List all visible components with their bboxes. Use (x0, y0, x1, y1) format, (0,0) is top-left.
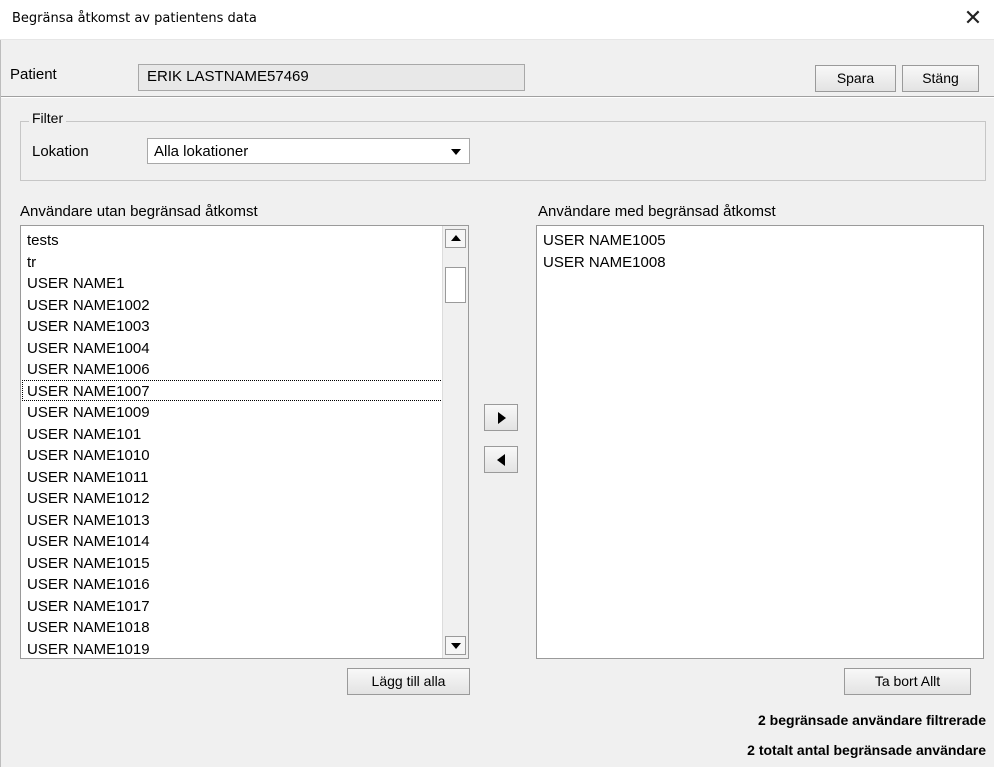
scroll-up-button[interactable] (445, 229, 466, 248)
list-item[interactable]: USER NAME1002 (22, 294, 443, 316)
list-item[interactable]: USER NAME1008 (538, 251, 978, 273)
list-item[interactable]: tests (22, 229, 443, 251)
close-icon[interactable]: ✕ (952, 0, 994, 40)
list-item[interactable]: USER NAME1013 (22, 509, 443, 531)
remove-all-button[interactable]: Ta bort Allt (844, 668, 971, 695)
list-item[interactable]: USER NAME1005 (538, 229, 978, 251)
list-item[interactable]: USER NAME1014 (22, 530, 443, 552)
add-all-button[interactable]: Lägg till alla (347, 668, 470, 695)
list-item[interactable]: USER NAME1009 (22, 401, 443, 423)
patient-label: Patient (10, 66, 57, 83)
list-item[interactable]: USER NAME1016 (22, 573, 443, 595)
location-select[interactable]: Alla lokationer (147, 138, 470, 164)
vertical-scrollbar[interactable] (442, 226, 468, 658)
arrow-left-icon (497, 454, 505, 466)
separator (1, 96, 994, 98)
patient-row: Patient ERIK LASTNAME57469 Spara Stäng (1, 40, 994, 95)
restricted-users-list[interactable]: USER NAME1005 USER NAME1008 (536, 225, 984, 659)
close-button[interactable]: Stäng (902, 65, 979, 92)
scroll-down-icon (451, 643, 461, 649)
list-item[interactable]: USER NAME1010 (22, 444, 443, 466)
list-item[interactable]: tr (22, 251, 443, 273)
list-item[interactable]: USER NAME1012 (22, 487, 443, 509)
list-item[interactable]: USER NAME1015 (22, 552, 443, 574)
unrestricted-users-title: Användare utan begränsad åtkomst (20, 203, 258, 220)
list-item[interactable]: USER NAME1019 (22, 638, 443, 659)
list-item[interactable]: USER NAME1018 (22, 616, 443, 638)
unrestricted-users-list[interactable]: tests tr USER NAME1 USER NAME1002 USER NAME1… (20, 225, 469, 659)
add-selected-button[interactable] (484, 404, 518, 431)
window-title: Begränsa åtkomst av patientens data (12, 11, 257, 26)
list-item[interactable]: USER NAME1007 (22, 379, 443, 401)
restricted-users-items: USER NAME1005 USER NAME1008 (538, 229, 978, 272)
total-count-status: 2 totalt antal begränsade användare (747, 742, 986, 758)
scroll-down-button[interactable] (445, 636, 466, 655)
dialog-body: Patient ERIK LASTNAME57469 Spara Stäng F… (0, 40, 994, 767)
save-button[interactable]: Spara (815, 65, 896, 92)
list-item[interactable]: USER NAME1003 (22, 315, 443, 337)
location-label: Lokation (32, 143, 89, 160)
dropdown-arrow-icon[interactable] (451, 149, 461, 155)
scroll-up-icon (451, 235, 461, 241)
list-item[interactable]: USER NAME1 (22, 272, 443, 294)
list-item[interactable]: USER NAME1011 (22, 466, 443, 488)
filtered-count-status: 2 begränsade användare filtrerade (758, 712, 986, 728)
scrollbar-thumb[interactable] (445, 267, 466, 303)
location-select-value: Alla lokationer (154, 143, 249, 160)
restricted-users-title: Användare med begränsad åtkomst (538, 203, 776, 220)
list-item[interactable]: USER NAME1004 (22, 337, 443, 359)
arrow-right-icon (498, 412, 506, 424)
unrestricted-users-items: tests tr USER NAME1 USER NAME1002 USER NAME1… (22, 229, 443, 659)
list-item[interactable]: USER NAME1006 (22, 358, 443, 380)
remove-selected-button[interactable] (484, 446, 518, 473)
list-item[interactable]: USER NAME101 (22, 423, 443, 445)
list-item[interactable]: USER NAME1017 (22, 595, 443, 617)
title-bar: Begränsa åtkomst av patientens data ✕ (0, 0, 994, 40)
filter-legend: Filter (29, 110, 67, 126)
patient-name-field: ERIK LASTNAME57469 (138, 64, 525, 91)
